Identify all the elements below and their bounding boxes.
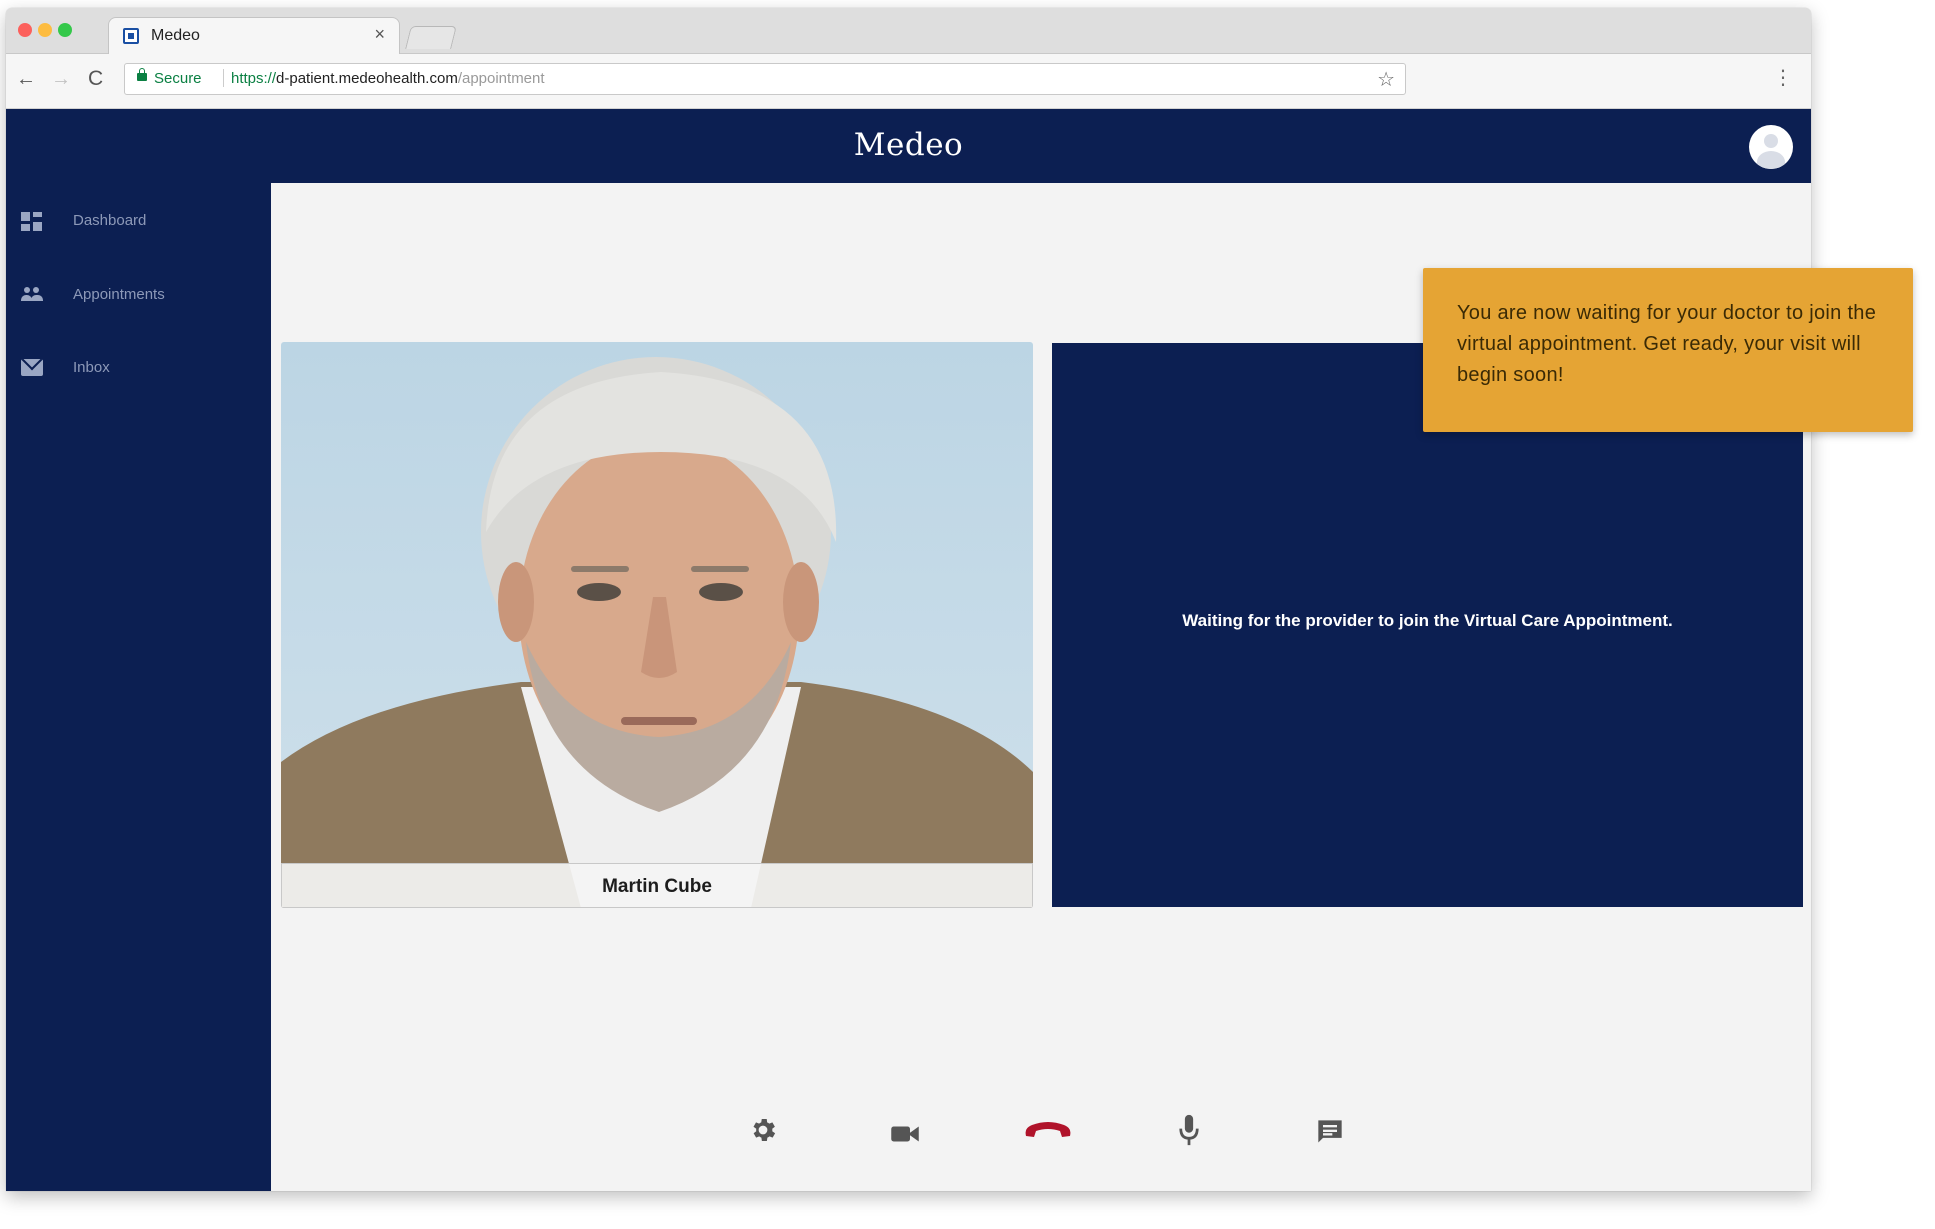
video-camera-icon[interactable] [890, 1114, 920, 1154]
sidebar-item-dashboard[interactable]: Dashboard [6, 201, 271, 241]
browser-menu-icon[interactable]: ⋮ [1773, 68, 1793, 88]
favicon-icon [123, 28, 139, 44]
hang-up-phone-icon[interactable] [1022, 1110, 1074, 1150]
call-controls [6, 1110, 1811, 1170]
dashboard-icon [21, 212, 43, 231]
chat-icon[interactable] [1316, 1112, 1344, 1152]
new-tab-button[interactable] [405, 26, 457, 49]
url-host: d-patient.medeohealth.com [276, 70, 458, 87]
reload-button[interactable]: C [88, 68, 103, 89]
browser-tab[interactable]: Medeo × [108, 17, 400, 54]
url-separator [223, 69, 224, 87]
participant-name-bar: Martin Cube [281, 863, 1033, 908]
avatar[interactable] [1749, 125, 1793, 169]
back-button[interactable]: ← [16, 69, 36, 89]
url-text[interactable]: https://d-patient.medeohealth.com/appoin… [231, 70, 545, 87]
sidebar-item-label: Appointments [73, 286, 165, 303]
address-bar[interactable]: Secure https://d-patient.medeohealth.com… [124, 63, 1406, 95]
sidebar-item-appointments[interactable]: Appointments [6, 275, 271, 315]
callout-text: You are now waiting for your doctor to j… [1457, 302, 1877, 386]
sidebar: Dashboard Appointments Inbox [6, 183, 271, 1191]
remote-status-text: Waiting for the provider to join the Vir… [1182, 611, 1673, 630]
sidebar-item-label: Inbox [73, 359, 110, 376]
gear-icon[interactable] [748, 1110, 778, 1150]
mail-icon [21, 359, 43, 376]
zoom-window-button[interactable] [58, 23, 72, 37]
close-window-button[interactable] [18, 23, 32, 37]
minimize-window-button[interactable] [38, 23, 52, 37]
tab-strip: Medeo × [6, 8, 1811, 54]
tab-title: Medeo [151, 27, 200, 44]
forward-button[interactable]: → [51, 69, 71, 89]
participant-name: Martin Cube [602, 876, 712, 897]
browser-window: Medeo × ← → C Secure https://d-patient.m… [6, 8, 1811, 1191]
url-scheme: https:// [231, 70, 277, 87]
local-video-tile: Martin Cube [281, 342, 1033, 908]
lock-icon [137, 68, 147, 81]
browser-toolbar: ← → C Secure https://d-patient.medeoheal… [6, 54, 1811, 109]
bookmark-star-icon[interactable]: ☆ [1377, 67, 1395, 92]
microphone-icon[interactable] [1178, 1110, 1200, 1150]
sidebar-item-label: Dashboard [73, 212, 147, 229]
tab-close-button[interactable]: × [374, 25, 385, 43]
waiting-callout: You are now waiting for your doctor to j… [1423, 268, 1913, 432]
people-icon [21, 286, 43, 304]
secure-label: Secure [154, 70, 202, 87]
sidebar-item-inbox[interactable]: Inbox [6, 348, 271, 388]
app-header: Medeo [6, 109, 1811, 183]
url-path: /appointment [457, 70, 545, 87]
app-title: Medeo [853, 127, 964, 163]
participant-photo [281, 357, 1033, 908]
